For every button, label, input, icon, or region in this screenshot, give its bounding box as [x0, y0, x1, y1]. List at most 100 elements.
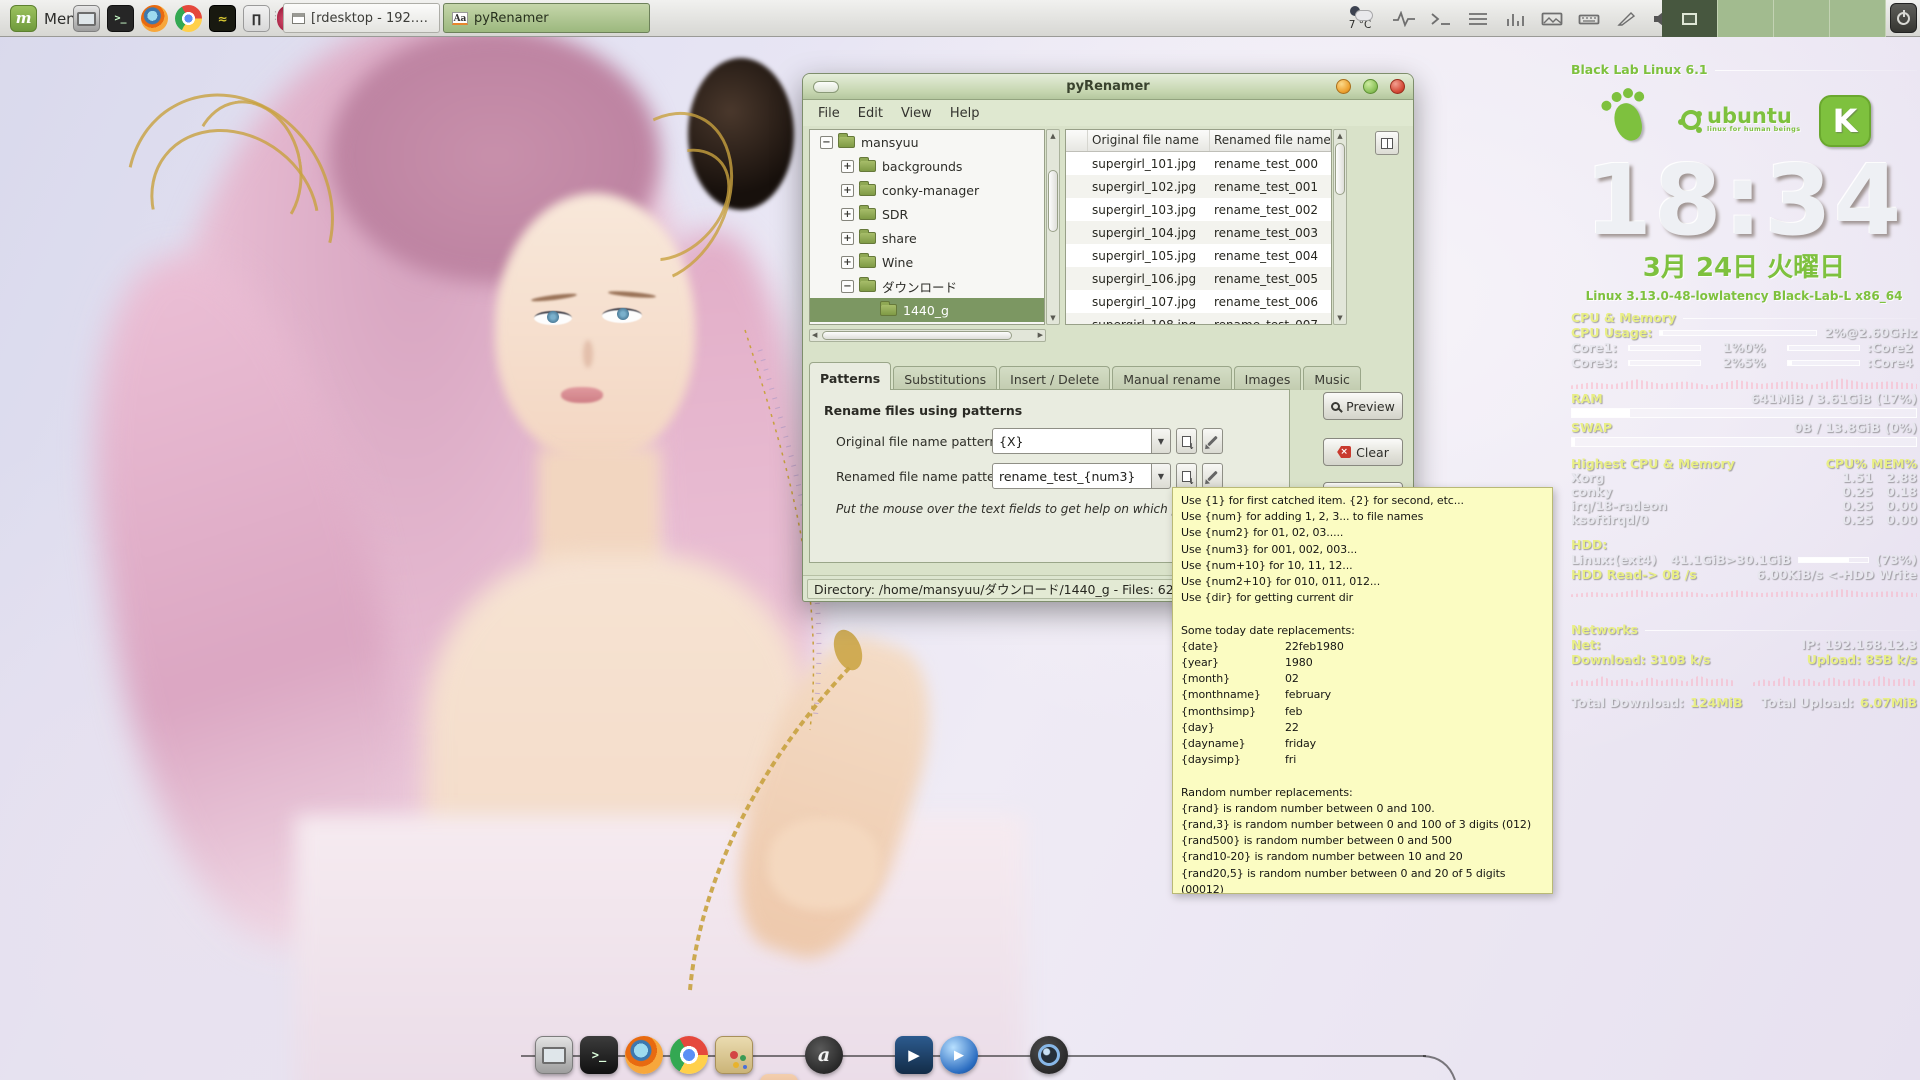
- chrome-icon[interactable]: [175, 5, 202, 32]
- workspace-3[interactable]: [1774, 0, 1830, 37]
- taskbar-button-pyrenamer[interactable]: Aa pyRenamer: [443, 3, 650, 33]
- signal-generator-icon[interactable]: [243, 5, 270, 32]
- taskbar-button-rdesktop[interactable]: [rdesktop - 192.168....: [283, 3, 440, 33]
- plus-expander-icon[interactable]: +: [841, 256, 854, 269]
- minus-expander-icon[interactable]: −: [820, 136, 833, 149]
- marker-column-header[interactable]: [1066, 130, 1088, 151]
- tab-patterns[interactable]: Patterns: [809, 362, 891, 390]
- tree-item-6[interactable]: −ダウンロード: [810, 274, 1044, 298]
- clear-button[interactable]: × Clear: [1323, 438, 1403, 466]
- workspace-2[interactable]: [1718, 0, 1774, 37]
- tab-images[interactable]: Images: [1234, 366, 1302, 390]
- file-row-1[interactable]: supergirl_102.jpgrename_test_001: [1066, 175, 1331, 198]
- workspace-1[interactable]: [1662, 0, 1718, 37]
- tree-item-4[interactable]: +share: [810, 226, 1044, 250]
- close-button[interactable]: [1390, 79, 1405, 94]
- tab-substitutions[interactable]: Substitutions: [893, 366, 997, 390]
- menu-help[interactable]: Help: [941, 103, 989, 124]
- resource-bars-icon[interactable]: [1503, 10, 1527, 28]
- scroll-down-icon[interactable]: ▼: [1047, 313, 1059, 323]
- terminal-icon[interactable]: [107, 5, 134, 32]
- file-row-6[interactable]: supergirl_107.jpgrename_test_006: [1066, 290, 1331, 313]
- file-row-5[interactable]: supergirl_106.jpgrename_test_005: [1066, 267, 1331, 290]
- preview-button[interactable]: Preview: [1323, 392, 1403, 420]
- camera-dock-icon[interactable]: [1030, 1036, 1068, 1074]
- minimize-button[interactable]: [1336, 79, 1351, 94]
- file-row-0[interactable]: supergirl_101.jpgrename_test_000: [1066, 152, 1331, 175]
- computer-dock-icon[interactable]: [535, 1036, 573, 1074]
- computer-icon[interactable]: [73, 5, 100, 32]
- movie-player-dock-icon[interactable]: [895, 1036, 933, 1074]
- original-pattern-edit-button[interactable]: [1202, 428, 1223, 454]
- ram-label: RAM: [1571, 392, 1603, 406]
- chrome-dock-icon[interactable]: [670, 1036, 708, 1074]
- plus-expander-icon[interactable]: +: [841, 184, 854, 197]
- oscilloscope-icon[interactable]: [209, 5, 236, 32]
- original-pattern-input[interactable]: {X}: [992, 428, 1152, 454]
- original-pattern-insert-button[interactable]: [1176, 428, 1197, 454]
- plus-expander-icon[interactable]: +: [841, 208, 854, 221]
- file-row-4[interactable]: supergirl_105.jpgrename_test_004: [1066, 244, 1331, 267]
- menu-list-icon[interactable]: [1466, 10, 1490, 28]
- tree-label: backgrounds: [882, 159, 962, 174]
- tree-item-1[interactable]: + backgrounds: [810, 154, 1044, 178]
- minus-expander-icon[interactable]: −: [841, 280, 854, 293]
- tree-item-5[interactable]: +Wine: [810, 250, 1044, 274]
- weather-applet[interactable]: 7 °C: [1332, 1, 1388, 36]
- edit-pencil-icon: [1207, 436, 1218, 447]
- menu-edit[interactable]: Edit: [849, 103, 892, 124]
- scroll-up-icon[interactable]: ▲: [1334, 131, 1346, 141]
- original-name-column-header[interactable]: Original file name: [1088, 130, 1210, 151]
- scrollbar-thumb[interactable]: [1335, 143, 1345, 195]
- tree-vertical-scrollbar[interactable]: ▲ ▼: [1046, 129, 1060, 325]
- renamed-pattern-edit-button[interactable]: [1202, 463, 1223, 489]
- media-center-dock-icon[interactable]: [940, 1036, 978, 1074]
- renamed-pattern-dropdown[interactable]: ▼: [1151, 463, 1171, 489]
- tab-insertdelete[interactable]: Insert / Delete: [999, 366, 1110, 390]
- image-viewer-dock-icon[interactable]: [760, 1074, 798, 1080]
- screenshot-icon[interactable]: [1540, 10, 1564, 28]
- file-row-2[interactable]: supergirl_103.jpgrename_test_002: [1066, 198, 1331, 221]
- menu-view[interactable]: View: [892, 103, 941, 124]
- tree-item-7[interactable]: 1440_g: [810, 298, 1044, 322]
- tree-horizontal-scrollbar[interactable]: ◀ ▶: [809, 329, 1046, 342]
- tree-item-3[interactable]: +SDR: [810, 202, 1044, 226]
- system-monitor-icon[interactable]: [1392, 10, 1416, 28]
- scroll-right-icon[interactable]: ▶: [1038, 331, 1043, 339]
- tree-item-2[interactable]: +conky-manager: [810, 178, 1044, 202]
- stylus-icon[interactable]: [1614, 10, 1638, 28]
- plus-expander-icon[interactable]: +: [841, 160, 854, 173]
- file-row-3[interactable]: supergirl_104.jpgrename_test_003: [1066, 221, 1331, 244]
- terminal-applet-icon[interactable]: [1429, 10, 1453, 28]
- titlebar[interactable]: pyRenamer: [803, 74, 1413, 100]
- tab-manualrename[interactable]: Manual rename: [1112, 366, 1231, 390]
- original-pattern-dropdown[interactable]: ▼: [1151, 428, 1171, 454]
- scroll-up-icon[interactable]: ▲: [1047, 131, 1059, 141]
- ram-row: RAM 641MiB / 3.61GiB (17%): [1571, 392, 1917, 406]
- renamed-name-column-header[interactable]: Renamed file name: [1210, 130, 1331, 151]
- firefox-dock-icon[interactable]: [625, 1036, 663, 1074]
- workspace-4[interactable]: [1830, 0, 1886, 37]
- tab-music[interactable]: Music: [1303, 366, 1361, 390]
- scrollbar-thumb[interactable]: [1048, 170, 1058, 232]
- power-button[interactable]: [1890, 3, 1917, 33]
- terminal-dock-icon[interactable]: [580, 1036, 618, 1074]
- hdd-write: 6.00KiB/s <-HDD Write: [1757, 568, 1917, 582]
- scroll-down-icon[interactable]: ▼: [1334, 313, 1346, 323]
- list-vertical-scrollbar[interactable]: ▲ ▼: [1333, 129, 1347, 325]
- firefox-icon[interactable]: [141, 5, 168, 32]
- scroll-left-icon[interactable]: ◀: [812, 331, 817, 339]
- scrollbar-thumb[interactable]: [822, 331, 1012, 340]
- conky-monitor: Black Lab Linux 6.1 ubuntu linux for hum…: [1571, 62, 1917, 710]
- keyboard-icon[interactable]: [1577, 10, 1601, 28]
- image-editor-dock-icon[interactable]: [715, 1036, 753, 1074]
- menu-file[interactable]: File: [809, 103, 849, 124]
- maximize-button[interactable]: [1363, 79, 1378, 94]
- audacious-dock-icon[interactable]: [805, 1036, 843, 1074]
- column-options-button[interactable]: [1375, 131, 1399, 155]
- plus-expander-icon[interactable]: +: [841, 232, 854, 245]
- tree-item-0[interactable]: −mansyuu: [810, 130, 1044, 154]
- renamed-pattern-input[interactable]: rename_test_{num3}: [992, 463, 1152, 489]
- renamed-pattern-insert-button[interactable]: [1176, 463, 1197, 489]
- file-row-7[interactable]: supergirl_108.jpgrename_test_007: [1066, 313, 1331, 325]
